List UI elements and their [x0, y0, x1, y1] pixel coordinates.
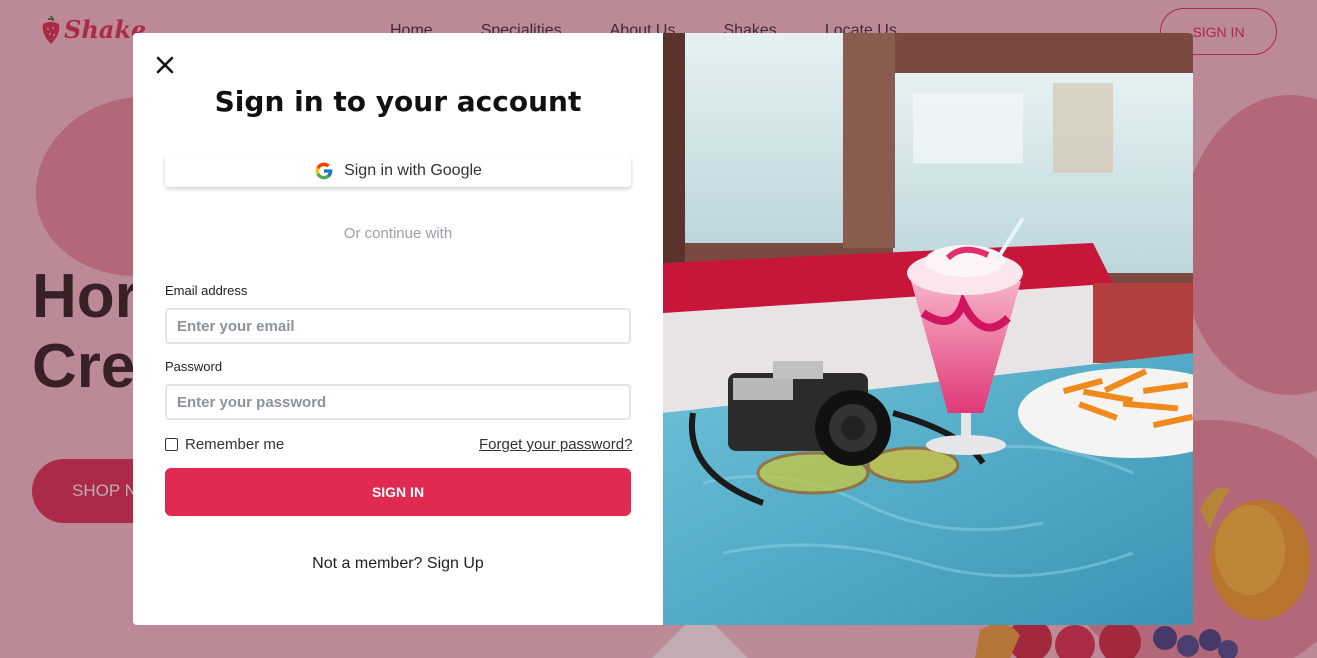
forgot-password-link[interactable]: Forget your password? [479, 436, 632, 453]
member-text: Not a member? [312, 555, 423, 572]
signup-link[interactable]: Sign Up [427, 555, 484, 572]
email-label: Email address [165, 283, 248, 298]
photo-illustration [663, 33, 1193, 625]
remember-me-checkbox[interactable] [165, 438, 178, 451]
email-field[interactable] [165, 308, 631, 344]
signup-prompt: Not a member? Sign Up [133, 555, 663, 573]
close-button[interactable] [155, 55, 175, 75]
google-icon [315, 162, 333, 180]
signin-submit-button[interactable]: SIGN IN [165, 468, 631, 516]
close-icon [156, 56, 174, 74]
milkshake-photo [663, 33, 1193, 625]
signin-form-pane: Sign in to your account Sign in with Goo… [133, 33, 663, 625]
signin-modal: Sign in to your account Sign in with Goo… [133, 33, 1193, 625]
remember-me[interactable]: Remember me [165, 436, 284, 453]
divider-text: Or continue with [343, 225, 453, 242]
modal-title: Sign in to your account [214, 85, 582, 118]
password-field[interactable] [165, 384, 631, 420]
google-signin-label: Sign in with Google [344, 162, 482, 179]
remember-me-label: Remember me [185, 436, 285, 453]
google-signin-button[interactable]: Sign in with Google [165, 155, 631, 187]
password-label: Password [165, 359, 223, 374]
